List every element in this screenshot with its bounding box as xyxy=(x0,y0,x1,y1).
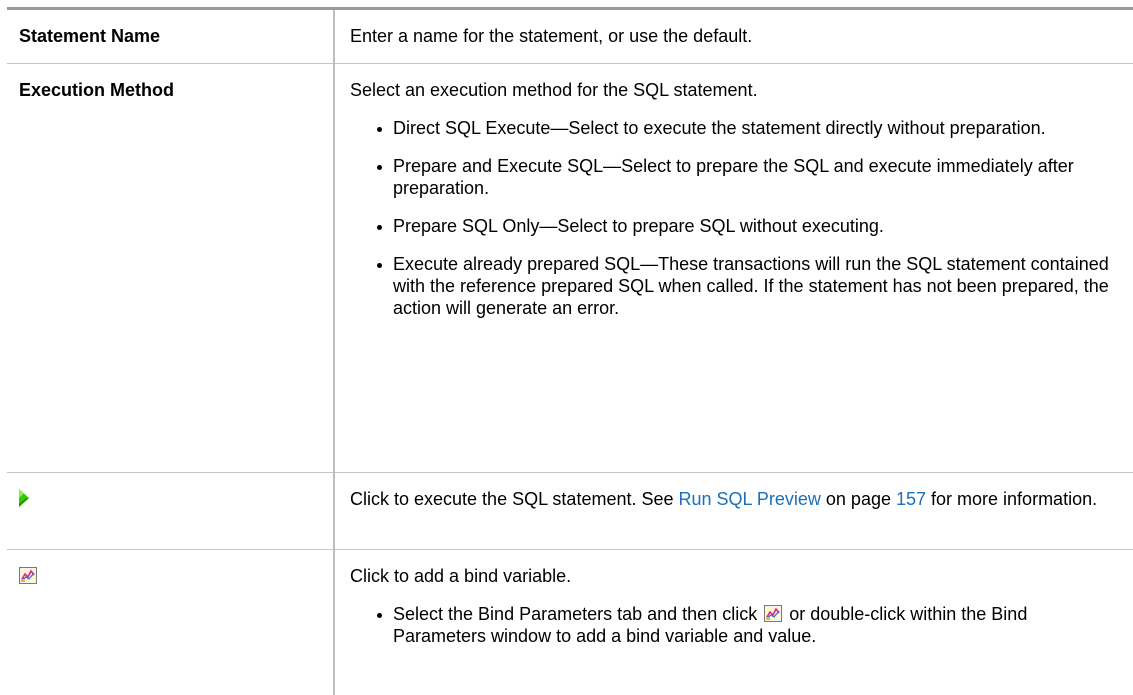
table-row-run-sql: Click to execute the SQL statement. See … xyxy=(7,473,1133,550)
list-item-prepare-and-execute-sql: Prepare and Execute SQL—Select to prepar… xyxy=(377,155,1113,199)
term-run-sql xyxy=(7,473,334,550)
description-execution-method: Select an execution method for the SQL s… xyxy=(334,64,1133,473)
execution-method-intro: Select an execution method for the SQL s… xyxy=(350,79,1113,101)
bind-variable-intro: Click to add a bind variable. xyxy=(350,565,1113,587)
description-statement-name: Enter a name for the statement, or use t… xyxy=(334,9,1133,64)
list-item-execute-prepared-sql: Execute already prepared SQL—These trans… xyxy=(377,253,1113,319)
list-item-prepare-sql-only: Prepare SQL Only—Select to prepare SQL w… xyxy=(377,215,1113,237)
execution-method-list: Direct SQL Execute—Select to execute the… xyxy=(350,117,1113,319)
term-bind-variable xyxy=(7,550,334,695)
list-item-bind-parameters: Select the Bind Parameters tab and then … xyxy=(377,603,1113,647)
term-statement-name: Statement Name xyxy=(7,9,334,64)
run-sql-text-before: Click to execute the SQL statement. See xyxy=(350,489,679,509)
table-row-bind-variable: Click to add a bind variable. Select the… xyxy=(7,550,1133,695)
definition-table: Statement Name Enter a name for the stat… xyxy=(7,7,1133,695)
table-row-statement-name: Statement Name Enter a name for the stat… xyxy=(7,9,1133,64)
run-sql-icon[interactable] xyxy=(19,489,29,507)
description-run-sql: Click to execute the SQL statement. See … xyxy=(334,473,1133,550)
bind-bullet-text-before: Select the Bind Parameters tab and then … xyxy=(393,604,762,624)
description-bind-variable: Click to add a bind variable. Select the… xyxy=(334,550,1133,695)
inline-bind-variable-icon xyxy=(764,605,782,622)
list-item-direct-sql-execute: Direct SQL Execute—Select to execute the… xyxy=(377,117,1113,139)
bind-variable-list: Select the Bind Parameters tab and then … xyxy=(350,603,1113,647)
bind-variable-icon[interactable] xyxy=(19,567,37,584)
run-sql-preview-link[interactable]: Run SQL Preview xyxy=(679,489,821,509)
page-number-link[interactable]: 157 xyxy=(896,489,926,509)
term-execution-method: Execution Method xyxy=(7,64,334,473)
run-sql-text-middle: on page xyxy=(821,489,896,509)
run-sql-text-after: for more information. xyxy=(926,489,1097,509)
table-row-execution-method: Execution Method Select an execution met… xyxy=(7,64,1133,473)
